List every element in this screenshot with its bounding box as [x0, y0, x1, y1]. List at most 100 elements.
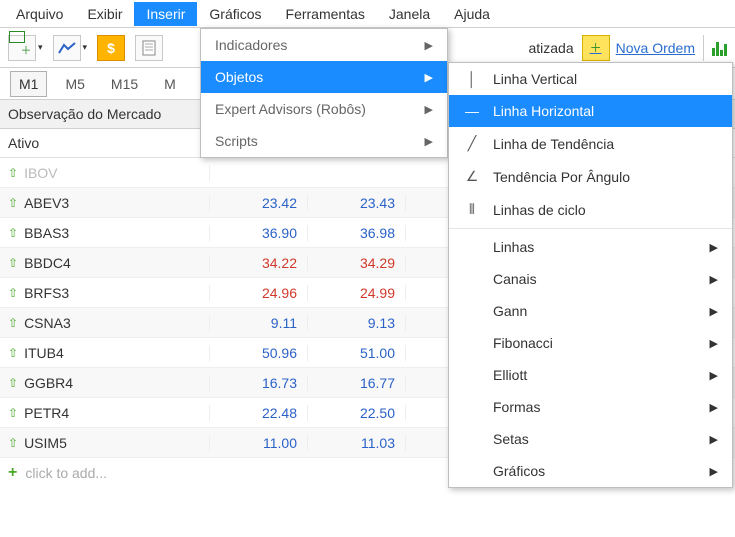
order-icon: ＋ — [582, 35, 610, 61]
submenu-tendencia-angulo[interactable]: ∠ Tendência Por Ângulo — [449, 160, 732, 193]
menu-item-scripts[interactable]: Scripts▶ — [201, 125, 447, 157]
submenu-canais[interactable]: Canais▶ — [449, 263, 732, 295]
menu-item-expert-advisors[interactable]: Expert Advisors (Robôs)▶ — [201, 93, 447, 125]
symbol: IBOV — [24, 165, 57, 181]
up-arrow-icon: ⇧ — [8, 406, 18, 420]
bid: 23.42 — [210, 195, 308, 211]
angle-icon: ∠ — [463, 168, 481, 185]
submenu-graficos[interactable]: Gráficos▶ — [449, 455, 732, 487]
plus-icon: + — [8, 464, 17, 482]
menu-item-indicadores[interactable]: Indicadores▶ — [201, 29, 447, 61]
line-chart-icon — [53, 35, 81, 61]
toolbar-chart-line-button[interactable]: ▾ — [51, 33, 90, 63]
bid: 50.96 — [210, 345, 308, 361]
submenu-arrow-icon: ▶ — [710, 465, 718, 478]
symbol: BBAS3 — [24, 225, 69, 241]
up-arrow-icon: ⇧ — [8, 196, 18, 210]
submenu-linhas[interactable]: Linhas▶ — [449, 231, 732, 263]
submenu-arrow-icon: ▶ — [710, 337, 718, 350]
separator — [703, 35, 704, 61]
timeframe-more[interactable]: M — [156, 72, 184, 96]
symbol: CSNA3 — [24, 315, 71, 331]
add-text: click to add... — [25, 465, 107, 481]
ask: 23.43 — [308, 195, 406, 211]
up-arrow-icon: ⇧ — [8, 436, 18, 450]
symbol: BRFS3 — [24, 285, 69, 301]
separator — [449, 228, 732, 229]
up-arrow-icon: ⇧ — [8, 316, 18, 330]
timeframe-m1[interactable]: M1 — [10, 71, 47, 97]
menu-exibir[interactable]: Exibir — [75, 2, 134, 26]
menu-inserir[interactable]: Inserir — [134, 2, 197, 26]
col-ativo[interactable]: Ativo — [0, 129, 210, 157]
symbol: BBDC4 — [24, 255, 71, 271]
symbol: ABEV3 — [24, 195, 69, 211]
money-icon: $ — [97, 35, 125, 61]
submenu-arrow-icon: ▶ — [710, 369, 718, 382]
menu-item-objetos[interactable]: Objetos▶ — [201, 61, 447, 93]
symbol: USIM5 — [24, 435, 67, 451]
bid: 34.22 — [210, 255, 308, 271]
ask: 34.29 — [308, 255, 406, 271]
submenu-linha-horizontal[interactable]: ― Linha Horizontal — [449, 95, 732, 127]
up-arrow-icon: ⇧ — [8, 226, 18, 240]
trendline-icon: ╱ — [463, 135, 481, 152]
submenu-elliott[interactable]: Elliott▶ — [449, 359, 732, 391]
ask: 24.99 — [308, 285, 406, 301]
menu-bar: Arquivo Exibir Inserir Gráficos Ferramen… — [0, 0, 735, 28]
submenu-arrow-icon: ▶ — [710, 433, 718, 446]
submenu-arrow-icon: ▶ — [710, 305, 718, 318]
chart-add-icon: ＋ — [8, 35, 36, 61]
up-arrow-icon: ⇧ — [8, 256, 18, 270]
up-arrow-icon: ⇧ — [8, 376, 18, 390]
horizontal-line-icon: ― — [463, 103, 481, 119]
submenu-gann[interactable]: Gann▶ — [449, 295, 732, 327]
ask: 11.03 — [308, 435, 406, 451]
chevron-down-icon: ▾ — [38, 42, 43, 53]
menu-arquivo[interactable]: Arquivo — [4, 2, 75, 26]
submenu-setas[interactable]: Setas▶ — [449, 423, 732, 455]
insert-menu-dropdown: Indicadores▶ Objetos▶ Expert Advisors (R… — [200, 28, 448, 158]
cycle-lines-icon: ⦀ — [463, 201, 481, 218]
bid: 11.00 — [210, 435, 308, 451]
menu-graficos[interactable]: Gráficos — [197, 2, 273, 26]
bid: 22.48 — [210, 405, 308, 421]
submenu-formas[interactable]: Formas▶ — [449, 391, 732, 423]
submenu-linhas-ciclo[interactable]: ⦀ Linhas de ciclo — [449, 193, 732, 226]
toolbar-chart-new-button[interactable]: ＋ ▾ — [6, 33, 45, 63]
ask: 51.00 — [308, 345, 406, 361]
bid: 36.90 — [210, 225, 308, 241]
submenu-arrow-icon: ▶ — [425, 39, 433, 52]
document-icon — [135, 35, 163, 61]
menu-ferramentas[interactable]: Ferramentas — [274, 2, 377, 26]
submenu-arrow-icon: ▶ — [425, 103, 433, 116]
ask: 9.13 — [308, 315, 406, 331]
toolbar-cut-label: atizada — [528, 40, 573, 56]
symbol: ITUB4 — [24, 345, 64, 361]
submenu-arrow-icon: ▶ — [710, 273, 718, 286]
submenu-linha-vertical[interactable]: │ Linha Vertical — [449, 63, 732, 95]
submenu-linha-tendencia[interactable]: ╱ Linha de Tendência — [449, 127, 732, 160]
toolbar-doc-button[interactable] — [133, 33, 165, 63]
submenu-arrow-icon: ▶ — [710, 401, 718, 414]
bid: 24.96 — [210, 285, 308, 301]
submenu-fibonacci[interactable]: Fibonacci▶ — [449, 327, 732, 359]
menu-janela[interactable]: Janela — [377, 2, 442, 26]
chevron-down-icon: ▾ — [83, 42, 88, 53]
bid: 16.73 — [210, 375, 308, 391]
new-order-button[interactable]: ＋ Nova Ordem — [582, 35, 695, 61]
new-order-label: Nova Ordem — [616, 40, 695, 56]
symbol: GGBR4 — [24, 375, 73, 391]
timeframe-m15[interactable]: M15 — [103, 72, 146, 96]
toolbar-money-button[interactable]: $ — [95, 33, 127, 63]
timeframe-m5[interactable]: M5 — [57, 72, 92, 96]
bars-icon[interactable] — [712, 40, 727, 56]
submenu-arrow-icon: ▶ — [425, 71, 433, 84]
ask: 22.50 — [308, 405, 406, 421]
bid: 9.11 — [210, 315, 308, 331]
submenu-arrow-icon: ▶ — [710, 241, 718, 254]
menu-ajuda[interactable]: Ajuda — [442, 2, 502, 26]
up-arrow-icon: ⇧ — [8, 346, 18, 360]
symbol: PETR4 — [24, 405, 69, 421]
ask: 16.77 — [308, 375, 406, 391]
